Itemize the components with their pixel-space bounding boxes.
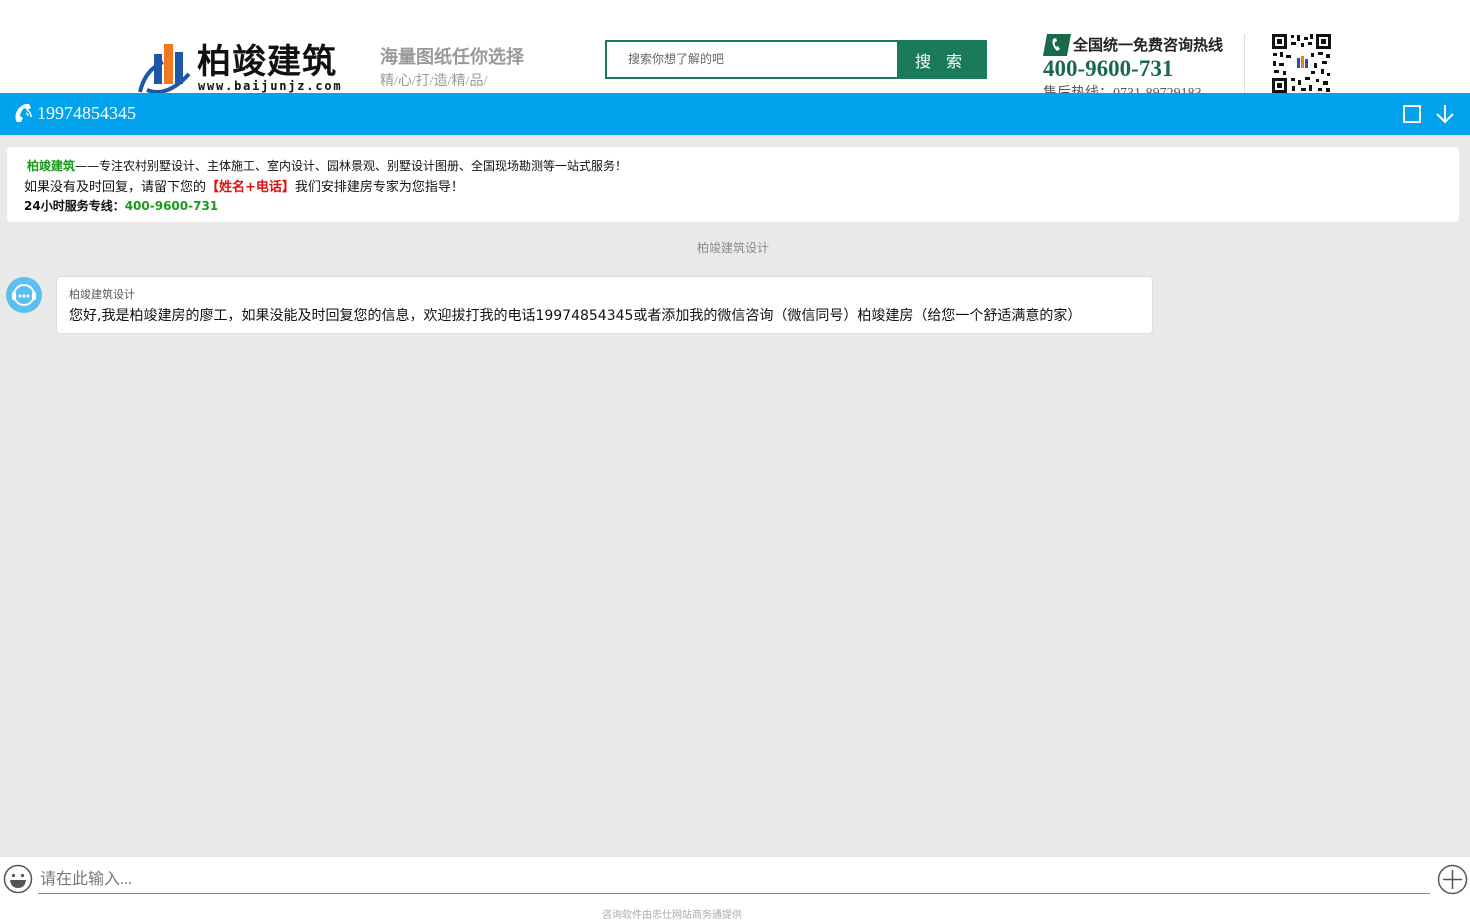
emoji-icon[interactable] (3, 864, 33, 894)
logo-name: 柏竣建筑 (197, 42, 337, 82)
notice-contact-line: 如果没有及时回复，请留下您的【姓名+电话】我们安排建房专家为您指导！ (24, 176, 464, 195)
chat-titlebar: 19974854345 (0, 93, 1470, 135)
notice-line2-highlight: 【姓名+电话】 (206, 180, 295, 195)
notice-hotline-number: 400-9600-731 (124, 199, 219, 213)
footer-credit: 咨询软件由忠仕网站商务通提供 (602, 910, 742, 921)
company-label: 柏竣建筑设计 (696, 241, 769, 255)
logo-url: www.baijunjz.com (198, 79, 343, 93)
hotline-phone-icon (1043, 34, 1071, 56)
search-input[interactable] (607, 42, 918, 77)
notice-box: 柏竣建筑——专注农村别墅设计、主体施工、室内设计、园林景观、别墅设计图册、全国现… (7, 147, 1459, 222)
customer-service-avatar-icon (6, 277, 42, 313)
notice-services-line: 柏竣建筑——专注农村别墅设计、主体施工、室内设计、园林景观、别墅设计图册、全国现… (27, 157, 627, 174)
notice-hotline-line: 24小时服务专线：400-9600-731 (24, 197, 218, 214)
message-text: 您好,我是柏竣建房的廖工，如果没能及时回复您的信息，欢迎拔打我的电话199748… (69, 308, 1082, 324)
hotline-title: 全国统一免费咨询热线 (1073, 36, 1224, 54)
header-divider (1244, 34, 1245, 93)
hotline-number[interactable]: 400-9600-731 (1043, 56, 1173, 82)
arrow-down-icon[interactable] (1433, 102, 1457, 126)
site-logo[interactable]: 柏竣建筑 www.baijunjz.com (137, 40, 352, 93)
input-area: 咨询软件由忠仕网站商务通提供 (0, 857, 1470, 923)
notice-brand: 柏竣建筑 (27, 159, 76, 173)
phone-icon (15, 103, 32, 122)
titlebar-phone-number: 19974854345 (37, 103, 136, 123)
notice-hotline-label: 24小时服务专线： (24, 199, 125, 213)
site-header: 柏竣建筑 www.baijunjz.com 海量图纸任你选择 精/心/打/造/精… (0, 0, 1470, 93)
message-bubble: 柏竣建筑设计 您好,我是柏竣建房的廖工，如果没能及时回复您的信息，欢迎拔打我的电… (56, 276, 1153, 334)
aftersales-hotline: 售后热线：0731-89729183 (1043, 82, 1202, 93)
notice-line2-prefix: 如果没有及时回复，请留下您的 (24, 180, 207, 195)
slogan-sub: 精/心/打/造/精/品/ (380, 74, 488, 89)
slogan-main: 海量图纸任你选择 (380, 47, 524, 68)
search-box: 搜 索 (605, 40, 987, 79)
notice-line2-suffix: 我们安排建房专家为您指导！ (294, 180, 464, 195)
qr-code-icon (1271, 33, 1332, 93)
notice-services: ——专注农村别墅设计、主体施工、室内设计、园林景观、别墅设计图册、全国现场勘测等… (75, 159, 628, 173)
building-logo-icon (138, 44, 191, 93)
plus-icon[interactable] (1437, 864, 1468, 895)
message-input[interactable] (38, 867, 1430, 894)
maximize-icon[interactable] (1401, 103, 1423, 125)
message-sender: 柏竣建筑设计 (69, 288, 135, 301)
search-button[interactable]: 搜 索 (897, 42, 985, 77)
